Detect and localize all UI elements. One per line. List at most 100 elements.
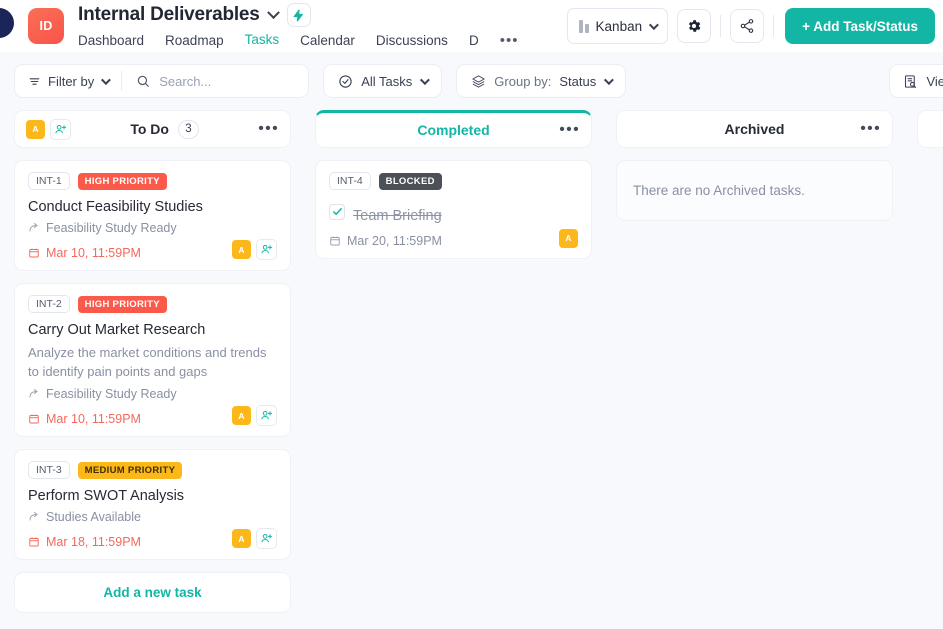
avatar[interactable]: A	[559, 229, 578, 248]
tab-dashboard[interactable]: Dashboard	[78, 33, 144, 53]
task-title: Perform SWOT Analysis	[28, 488, 277, 504]
column-menu-button[interactable]: •••	[860, 121, 881, 137]
column-menu-button[interactable]: •••	[258, 121, 279, 137]
task-checkbox[interactable]	[329, 204, 345, 220]
column-header-completed[interactable]: Completed •••	[315, 110, 592, 148]
milestone-row: Feasibility Study Ready	[28, 221, 277, 235]
check-icon	[332, 206, 343, 217]
group-by-label: Group by:	[494, 74, 551, 89]
view-type-selector[interactable]: Kanban	[567, 8, 669, 44]
milestone-label: Feasibility Study Ready	[46, 387, 177, 401]
milestone-label: Feasibility Study Ready	[46, 221, 177, 235]
milestone-arrow-icon	[28, 388, 40, 400]
task-title: Conduct Feasibility Studies	[28, 199, 277, 215]
card-tags: INT-1 HIGH PRIORITY	[28, 172, 277, 190]
task-count-badge: 3	[178, 120, 199, 139]
project-icon-badge[interactable]: ID	[28, 8, 64, 44]
avatar[interactable]: A	[232, 529, 251, 548]
tab-roadmap[interactable]: Roadmap	[165, 33, 224, 53]
task-completion-row: Team Briefing	[329, 199, 578, 224]
all-tasks-filter-button[interactable]: All Tasks	[323, 64, 442, 98]
priority-badge: HIGH PRIORITY	[78, 296, 167, 313]
chevron-down-icon	[604, 75, 614, 85]
column-header-archived[interactable]: Archived •••	[616, 110, 893, 148]
task-title: Carry Out Market Research	[28, 322, 277, 338]
view-type-label: Kanban	[596, 19, 643, 34]
column-title-group: Archived	[628, 121, 881, 137]
search-input[interactable]: Search...	[122, 74, 308, 89]
card-footer: Mar 10, 11:59PM A	[28, 239, 277, 260]
avatar[interactable]: A	[232, 240, 251, 259]
milestone-arrow-icon	[28, 222, 40, 234]
column-header-todo[interactable]: A To Do 3 •••	[14, 110, 291, 148]
view-options-label: Vie	[926, 74, 943, 89]
add-person-icon[interactable]	[256, 405, 277, 426]
milestone-row: Feasibility Study Ready	[28, 387, 277, 401]
task-description: Analyze the market conditions and trends…	[28, 343, 277, 381]
search-icon	[136, 74, 150, 88]
column-title: Completed	[417, 122, 489, 138]
column-title-group: Completed	[327, 122, 580, 138]
add-person-icon[interactable]	[256, 239, 277, 260]
document-search-icon	[903, 74, 918, 89]
header-actions: Kanban + Add Task/Status	[567, 8, 935, 44]
priority-badge: HIGH PRIORITY	[78, 173, 167, 190]
card-tags: INT-4 BLOCKED	[329, 172, 578, 190]
task-id-tag: INT-3	[28, 461, 70, 479]
column-todo: A To Do 3 ••• INT-1 HIGH PRIORITY Conduc…	[14, 110, 291, 613]
due-date-row: Mar 18, 11:59PM	[28, 535, 141, 549]
status-badge: BLOCKED	[379, 173, 442, 190]
chevron-down-icon	[420, 75, 430, 85]
calendar-icon	[28, 536, 40, 548]
calendar-icon	[28, 247, 40, 259]
card-footer: Mar 18, 11:59PM A	[28, 528, 277, 549]
task-id-tag: INT-1	[28, 172, 70, 190]
view-options-button[interactable]: Vie	[889, 64, 943, 98]
due-date: Mar 20, 11:59PM	[347, 234, 442, 248]
column-title: Archived	[725, 121, 785, 137]
group-by-value: Status	[559, 74, 596, 89]
task-card[interactable]: INT-3 MEDIUM PRIORITY Perform SWOT Analy…	[14, 449, 291, 560]
calendar-icon	[329, 235, 341, 247]
main-tabs: Dashboard Roadmap Tasks Calendar Discuss…	[78, 32, 518, 54]
avatar[interactable]: A	[232, 406, 251, 425]
group-by-button[interactable]: Group by: Status	[456, 64, 626, 98]
workspace-avatar-circle[interactable]	[0, 8, 14, 38]
all-tasks-label: All Tasks	[361, 74, 412, 89]
column-menu-button[interactable]: •••	[559, 122, 580, 138]
settings-button[interactable]	[677, 9, 711, 43]
due-date-row: Mar 20, 11:59PM	[329, 234, 442, 248]
tab-calendar[interactable]: Calendar	[300, 33, 355, 53]
calendar-icon	[28, 413, 40, 425]
share-button[interactable]	[730, 9, 764, 43]
add-person-icon[interactable]	[256, 528, 277, 549]
kanban-board: A To Do 3 ••• INT-1 HIGH PRIORITY Conduc…	[0, 110, 943, 629]
filter-by-button[interactable]: Filter by	[28, 74, 121, 89]
task-card[interactable]: INT-2 HIGH PRIORITY Carry Out Market Res…	[14, 283, 291, 437]
add-person-icon[interactable]	[50, 119, 71, 140]
page-title: Internal Deliverables	[78, 4, 260, 26]
card-tags: INT-2 HIGH PRIORITY	[28, 295, 277, 313]
column-title: To Do	[130, 121, 169, 137]
tab-discussions[interactable]: Discussions	[376, 33, 448, 53]
task-card[interactable]: INT-1 HIGH PRIORITY Conduct Feasibility …	[14, 160, 291, 271]
milestone-arrow-icon	[28, 511, 40, 523]
lightning-bolt-icon[interactable]	[287, 3, 311, 27]
due-date-row: Mar 10, 11:59PM	[28, 412, 141, 426]
chevron-down-icon	[649, 20, 659, 30]
task-card[interactable]: INT-4 BLOCKED Team Briefing Mar 20,	[315, 160, 592, 259]
search-placeholder: Search...	[159, 74, 211, 89]
column-header-partial[interactable]	[917, 110, 943, 148]
avatar[interactable]: A	[26, 120, 45, 139]
add-task-status-button[interactable]: + Add Task/Status	[785, 8, 935, 44]
check-circle-icon	[338, 74, 353, 89]
chevron-down-icon[interactable]	[267, 6, 280, 19]
due-date: Mar 10, 11:59PM	[46, 412, 141, 426]
layers-icon	[471, 74, 486, 89]
column-completed: Completed ••• INT-4 BLOCKED Team Briefin…	[315, 110, 592, 259]
tab-d[interactable]: D	[469, 33, 479, 53]
add-new-task-button[interactable]: Add a new task	[14, 572, 291, 613]
tabs-overflow-menu[interactable]: •••	[500, 32, 519, 54]
due-date: Mar 10, 11:59PM	[46, 246, 141, 260]
tab-tasks[interactable]: Tasks	[245, 32, 280, 54]
